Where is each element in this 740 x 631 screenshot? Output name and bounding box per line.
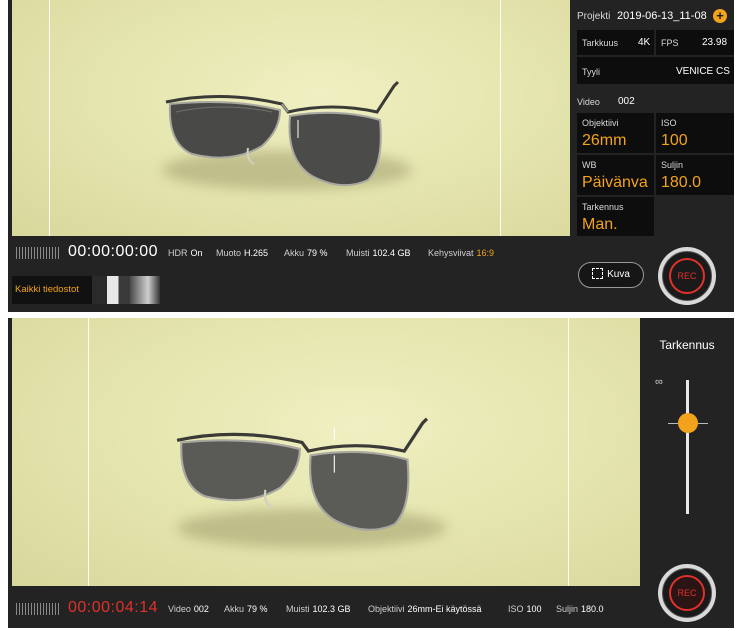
record-button[interactable]: REC [658,247,716,305]
record-label: REC [669,575,705,611]
lens-value: 26mm [582,132,627,149]
plus-icon[interactable]: + [713,9,727,23]
focus-label: Tarkennus [582,202,624,212]
video-label: Video [577,97,600,107]
battery-status: Akku 79 % [224,604,268,614]
sunglasses-image [176,417,429,531]
iso-label: ISO [661,118,677,128]
project-label: Projekti [577,11,611,22]
audio-meter [16,603,60,615]
style-cell[interactable]: Tyyli VENICE CS [577,57,734,84]
frameline-right [568,318,569,586]
sunglasses-image [165,80,400,187]
resolution-cell[interactable]: Tarkkuus 4K [577,30,654,55]
frameline-left [49,0,50,236]
format-status: Muoto H.265 [216,248,269,258]
battery-status: Akku 79 % [284,248,328,258]
lens-cell[interactable]: Objektiivi 26mm [577,113,654,153]
memory-status: Muisti 102.3 GB [286,604,351,614]
focus-value: Man. [582,216,618,233]
record-label: REC [669,258,705,294]
iso-cell[interactable]: ISO 100 [656,113,734,153]
lens-label: Objektiivi [582,118,619,128]
status-bar: 00:00:04:14 Video 002 Akku 79 % Muisti 102.… [8,594,734,622]
fps-label: FPS [661,38,679,48]
viewfinder[interactable] [12,318,640,586]
focus-slider-track[interactable] [686,380,689,514]
project-value: 2019-06-13_11-08 [617,10,707,22]
frameline-left [88,318,89,586]
wb-value: Päivänva [582,174,648,191]
shutter-cell[interactable]: Suljin 180.0 [656,155,734,195]
shutter-label: Suljin [661,160,684,170]
video-value: 002 [618,96,635,107]
framelines-status[interactable]: Kehysviivat 16:9 [428,248,494,258]
wb-cell[interactable]: WB Päivänva [577,155,654,195]
fps-cell[interactable]: FPS 23.98 [656,30,734,55]
timecode: 00:00:00:00 [68,243,159,260]
focus-cell[interactable]: Tarkennus Man. [577,197,654,236]
iso-value: 100 [661,132,688,149]
frameline-right [500,0,501,236]
timecode: 00:00:04:14 [68,599,159,616]
photo-button-label: Kuva [607,269,630,280]
video-status: Video 002 [168,604,209,614]
camera-screen-standby: Projekti 2019-06-13_11-08 + Tarkkuus 4K … [8,0,734,312]
fps-value: 23.98 [702,37,728,48]
infinity-icon: ∞ [655,376,663,388]
shutter-status: Suljin 180.0 [556,604,604,614]
lens-status: Objektiivi 26mm-Ei käytössä [368,604,482,614]
wb-label: WB [582,160,597,170]
focus-title: Tarkennus [659,338,715,352]
memory-status: Muisti 102.4 GB [346,248,411,258]
frame-capture-icon [592,268,604,279]
resolution-label: Tarkkuus [582,38,619,48]
focus-slider-knob[interactable] [678,412,698,433]
viewfinder[interactable] [12,0,570,236]
camera-screen-recording: Tarkennus ∞ 00:00:04:14 Video 002 Akku 79 … [8,318,734,628]
audio-meter [16,247,60,259]
hdr-status: HDR On [168,248,203,258]
style-value: VENICE CS [676,66,730,77]
all-files-button[interactable]: Kaikki tiedostot [12,276,92,304]
style-label: Tyyli [582,67,600,77]
resolution-value: 4K [638,37,651,48]
settings-panel: Projekti 2019-06-13_11-08 + Tarkkuus 4K … [570,0,734,236]
shutter-value: 180.0 [661,174,702,191]
photo-button[interactable]: Kuva [578,262,644,288]
file-thumbnail[interactable] [130,276,160,304]
iso-status: ISO 100 [508,604,542,614]
record-button[interactable]: REC [658,564,716,622]
file-thumbnail[interactable] [92,276,130,304]
